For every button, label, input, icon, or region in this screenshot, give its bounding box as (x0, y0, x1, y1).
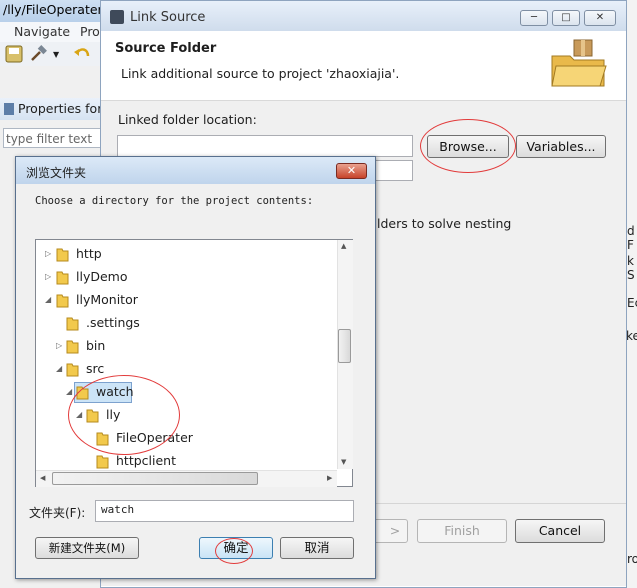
close-button[interactable]: ✕ (584, 10, 616, 26)
eclipse-icon (110, 10, 124, 24)
tree-item-llymonitor[interactable]: llyMonitor (76, 292, 138, 307)
undo-arrow-icon[interactable] (73, 45, 91, 63)
collapse-arrow-icon[interactable]: ◢ (45, 295, 51, 304)
tree-item-llydemo[interactable]: llyDemo (76, 269, 127, 284)
save-icon[interactable] (5, 45, 23, 63)
folder-icon (56, 271, 69, 285)
horizontal-scroll-thumb[interactable] (52, 472, 258, 485)
annotation-circle (68, 375, 180, 455)
folder-icon (96, 455, 109, 469)
menu-navigate[interactable]: Navigate (14, 24, 70, 39)
expand-arrow-icon[interactable]: ▷ (45, 272, 51, 281)
link-source-title: Link Source (130, 10, 206, 25)
source-folder-icon (551, 39, 607, 87)
variables-button[interactable]: Variables... (516, 135, 606, 158)
tree-item-src[interactable]: src (86, 361, 104, 376)
collapse-arrow-icon[interactable]: ◢ (56, 364, 62, 373)
folder-name-input[interactable] (370, 160, 413, 181)
browse-description: Choose a directory for the project conte… (35, 195, 314, 207)
finish-button: Finish (417, 519, 507, 543)
tree-item-http[interactable]: http (76, 246, 102, 261)
tree-item-settings[interactable]: .settings (86, 315, 140, 330)
minimize-button[interactable]: ─ (520, 10, 548, 26)
right-edge-label: ker (626, 329, 637, 343)
expand-arrow-icon[interactable]: ▷ (56, 341, 62, 350)
cancel-browse-button[interactable]: 取消 (280, 537, 354, 559)
new-folder-button[interactable]: 新建文件夹(M) (35, 537, 139, 559)
tree-item-bin[interactable]: bin (86, 338, 105, 353)
expand-arrow-icon[interactable]: ▷ (45, 249, 51, 258)
browse-close-button[interactable]: ✕ (336, 163, 367, 179)
header-description: Link additional source to project 'zhaox… (121, 66, 400, 81)
nesting-option-text: lders to solve nesting (377, 216, 512, 231)
properties-icon (4, 103, 14, 115)
annotation-circle (215, 538, 253, 564)
right-edge-label: Ec (627, 296, 637, 310)
folder-icon (66, 363, 79, 377)
linked-folder-label: Linked folder location: (118, 112, 257, 127)
scroll-down-arrow-icon[interactable]: ▼ (341, 458, 346, 466)
tree-item-httpclient[interactable]: httpclient (116, 453, 176, 468)
scroll-right-arrow-icon[interactable]: ▶ (327, 474, 332, 482)
right-edge-label: ro (627, 552, 637, 566)
hammer-icon[interactable] (29, 45, 47, 63)
folder-icon (66, 317, 79, 331)
filter-input[interactable]: type filter text (3, 128, 108, 148)
dropdown-chevron-icon[interactable]: ▼ (53, 50, 59, 59)
folder-name-field[interactable]: watch (95, 500, 354, 522)
header-title: Source Folder (115, 41, 217, 56)
folder-icon (56, 294, 69, 308)
scroll-left-arrow-icon[interactable]: ◀ (40, 474, 45, 482)
vertical-scroll-thumb[interactable] (338, 329, 351, 363)
folder-icon (66, 340, 79, 354)
right-edge-label: d F (627, 224, 635, 252)
folder-tree[interactable]: ▷ http ▷ llyDemo ◢ llyMonitor .settings … (35, 239, 353, 487)
scroll-up-arrow-icon[interactable]: ▲ (341, 242, 346, 250)
browse-dialog-title: 浏览文件夹 (26, 166, 87, 180)
maximize-button[interactable]: □ (552, 10, 580, 26)
collapse-arrow-icon[interactable]: ◢ (66, 387, 72, 396)
linked-folder-input[interactable] (117, 135, 413, 157)
right-edge-label: k S (627, 254, 635, 282)
background-window-title: /lly/FileOperater (3, 2, 103, 17)
annotation-circle (420, 119, 516, 173)
properties-tab-title[interactable]: Properties for (18, 101, 102, 116)
cancel-button[interactable]: Cancel (515, 519, 605, 543)
folder-icon (56, 248, 69, 262)
folder-field-label: 文件夹(F): (29, 506, 86, 520)
menu-project[interactable]: Pro (80, 24, 100, 39)
